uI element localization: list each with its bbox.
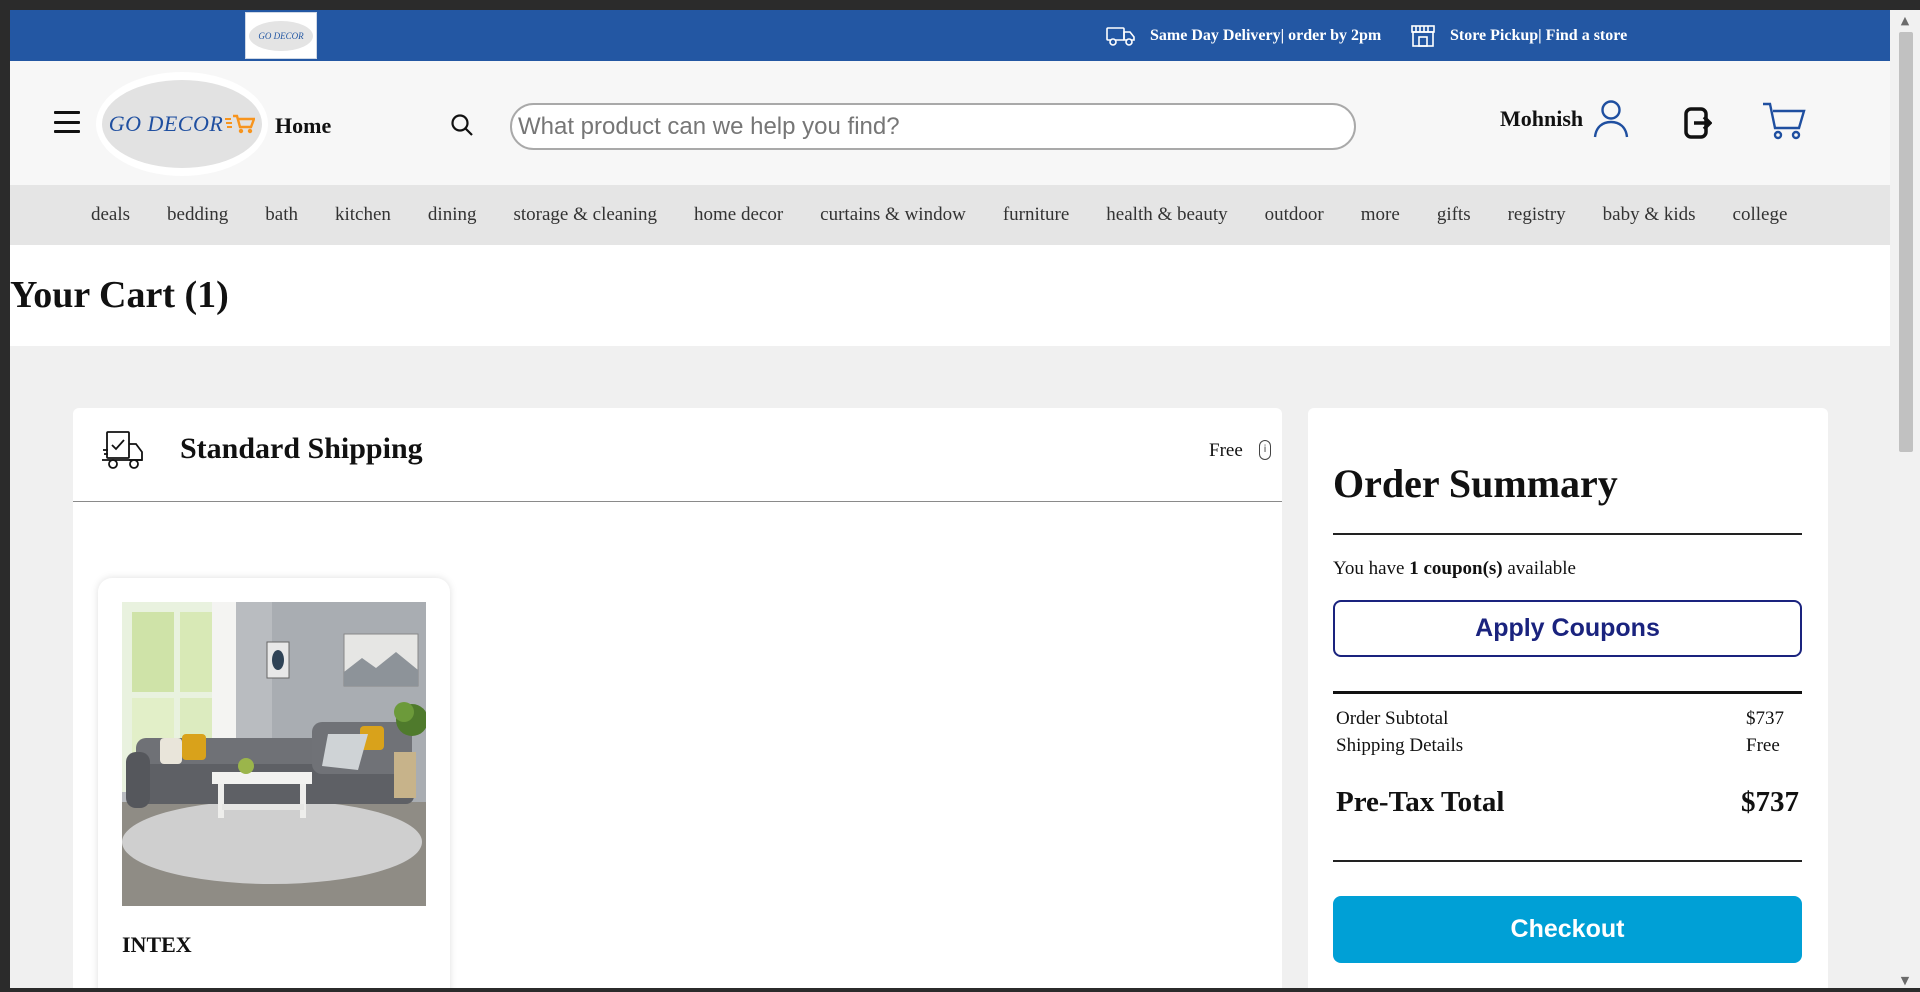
- nav-item-home-decor[interactable]: home decor: [694, 204, 783, 226]
- nav-item-bedding[interactable]: bedding: [167, 204, 228, 226]
- pickup-text: Store Pickup| Find a store: [1450, 26, 1628, 44]
- search-input[interactable]: [510, 103, 1356, 150]
- hamburger-menu-icon[interactable]: [54, 111, 80, 133]
- site-logo[interactable]: GO DECOR: [96, 72, 268, 176]
- nav-item-furniture[interactable]: furniture: [1003, 204, 1069, 226]
- order-summary-title: Order Summary: [1333, 461, 1618, 506]
- nav-item-registry[interactable]: registry: [1508, 204, 1566, 226]
- order-subtotal-label: Order Subtotal: [1336, 708, 1449, 729]
- window-frame-top: [0, 0, 1920, 10]
- coupon-suffix: available: [1502, 558, 1576, 579]
- divider: [1333, 533, 1802, 535]
- nav-item-storage-cleaning[interactable]: storage & cleaning: [513, 204, 657, 226]
- coupon-prefix: You have: [1333, 558, 1410, 579]
- logo-cart-icon: [225, 114, 256, 134]
- site-header: GO DECOR Home Mohnish: [10, 61, 1890, 185]
- coupon-availability: You have 1 coupon(s) available: [1333, 558, 1576, 580]
- divider: [1333, 691, 1802, 694]
- nav-item-bath[interactable]: bath: [265, 204, 298, 226]
- account-link[interactable]: Mohnish: [1500, 99, 1629, 139]
- product-image[interactable]: [122, 602, 426, 906]
- scroll-up-arrow-icon[interactable]: ▲: [1890, 10, 1920, 32]
- store-pickup-link[interactable]: Store Pickup| Find a store: [1410, 10, 1627, 61]
- shipping-title: Standard Shipping: [180, 432, 423, 465]
- shipping-header: Standard Shipping Free i: [73, 408, 1282, 502]
- nav-item-deals[interactable]: deals: [91, 204, 130, 226]
- delivery-text: Same Day Delivery| order by 2pm: [1150, 26, 1382, 44]
- shipping-card: Standard Shipping Free i INTEX: [73, 408, 1282, 992]
- nav-item-baby-kids[interactable]: baby & kids: [1603, 204, 1696, 226]
- promo-bar: GO DECOR Same Day Delivery| order by 2pm…: [10, 10, 1890, 61]
- logout-icon[interactable]: [1684, 107, 1712, 139]
- page-scrollbar[interactable]: ▲ ▼: [1890, 10, 1920, 992]
- scroll-thumb[interactable]: [1899, 32, 1913, 452]
- product-name[interactable]: INTEX: [122, 932, 192, 958]
- info-icon[interactable]: i: [1259, 440, 1271, 460]
- nav-item-outdoor[interactable]: outdoor: [1265, 204, 1324, 226]
- nav-item-gifts[interactable]: gifts: [1437, 204, 1471, 226]
- nav-item-more[interactable]: more: [1361, 204, 1400, 226]
- mini-logo[interactable]: GO DECOR: [245, 12, 317, 59]
- window-frame-bottom: [0, 988, 1920, 992]
- nav-item-curtains-window[interactable]: curtains & window: [820, 204, 966, 226]
- user-name: Mohnish: [1500, 106, 1584, 131]
- mini-logo-text: GO DECOR: [258, 30, 304, 41]
- pre-tax-total-value: $737: [1741, 786, 1799, 818]
- logo-text: GO DECOR: [108, 111, 224, 136]
- pre-tax-total-label: Pre-Tax Total: [1336, 786, 1505, 818]
- coupon-count: 1 coupon(s): [1409, 558, 1503, 579]
- cart-icon[interactable]: [1762, 101, 1806, 141]
- store-icon: [1411, 24, 1435, 47]
- divider: [1333, 860, 1802, 862]
- order-subtotal-row: Order Subtotal $737: [1336, 708, 1799, 730]
- apply-coupons-button[interactable]: Apply Coupons: [1333, 600, 1802, 657]
- shipping-details-value: Free: [1746, 735, 1780, 756]
- home-link[interactable]: Home: [275, 113, 331, 139]
- shipping-truck-icon: [102, 431, 143, 469]
- shipping-details-label: Shipping Details: [1336, 735, 1464, 756]
- page-title: Your Cart (1): [10, 274, 229, 316]
- nav-item-college[interactable]: college: [1733, 204, 1788, 226]
- living-room-sofa-image: [122, 602, 426, 906]
- order-summary: Order Summary You have 1 coupon(s) avail…: [1308, 408, 1828, 992]
- nav-item-kitchen[interactable]: kitchen: [335, 204, 391, 226]
- product-card[interactable]: INTEX: [98, 578, 450, 992]
- delivery-truck-icon: [1106, 26, 1135, 46]
- nav-item-health-beauty[interactable]: health & beauty: [1106, 204, 1227, 226]
- pre-tax-total-row: Pre-Tax Total $737: [1336, 786, 1799, 819]
- nav-item-dining[interactable]: dining: [428, 204, 477, 226]
- user-icon: [1593, 100, 1629, 138]
- search-icon[interactable]: [450, 113, 474, 137]
- checkout-button[interactable]: Checkout: [1333, 896, 1802, 963]
- shipping-details-row: Shipping Details Free: [1336, 735, 1799, 757]
- shipping-price: Free: [1209, 440, 1243, 461]
- same-day-delivery-link[interactable]: Same Day Delivery| order by 2pm: [1106, 10, 1381, 61]
- category-nav: deals bedding bath kitchen dining storag…: [10, 185, 1890, 245]
- order-subtotal-value: $737: [1746, 708, 1784, 729]
- window-frame-left: [0, 0, 10, 992]
